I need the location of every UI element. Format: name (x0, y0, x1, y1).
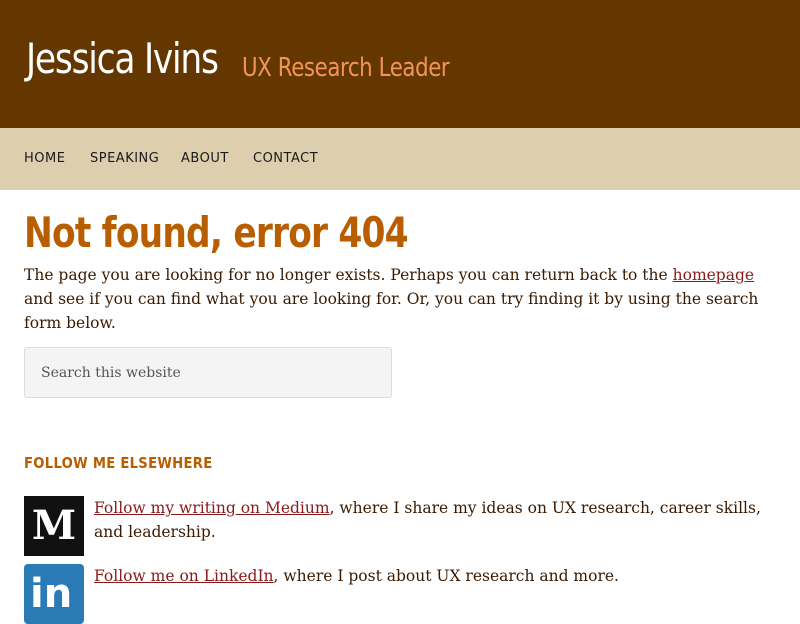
nav-item-home[interactable]: HOME (24, 151, 65, 166)
page-title: Not found, error 404 (24, 208, 409, 257)
widget-title: FOLLOW ME ELSEWHERE (24, 454, 213, 472)
error-text-after: and see if you can find what you are loo… (24, 290, 759, 332)
linkedin-link[interactable]: Follow me on LinkedIn (94, 567, 274, 585)
nav-item-speaking[interactable]: SPEAKING (90, 151, 159, 166)
homepage-link[interactable]: homepage (673, 266, 754, 284)
search-input[interactable] (24, 347, 392, 398)
error-message: The page you are looking for no longer e… (24, 263, 764, 335)
medium-link[interactable]: Follow my writing on Medium (94, 499, 330, 517)
follow-medium-text: Follow my writing on Medium, where I sha… (94, 496, 764, 544)
medium-logo-letter: M (31, 502, 77, 549)
site-description: UX Research Leader (242, 53, 450, 83)
nav-item-about[interactable]: ABOUT (181, 151, 229, 166)
error-text-before: The page you are looking for no longer e… (24, 266, 673, 284)
primary-nav: HOME SPEAKING ABOUT CONTACT (0, 128, 800, 190)
linkedin-logo-icon[interactable]: in (24, 564, 84, 624)
nav-item-contact[interactable]: CONTACT (253, 151, 318, 166)
site-title[interactable]: Jessica Ivins (26, 34, 219, 83)
follow-linkedin-text: Follow me on LinkedIn, where I post abou… (94, 564, 764, 588)
linkedin-description: , where I post about UX research and mor… (273, 567, 619, 585)
site-header: Jessica Ivins UX Research Leader (0, 0, 800, 128)
medium-logo-icon[interactable]: M (24, 496, 84, 556)
linkedin-logo-text: in (30, 571, 73, 617)
